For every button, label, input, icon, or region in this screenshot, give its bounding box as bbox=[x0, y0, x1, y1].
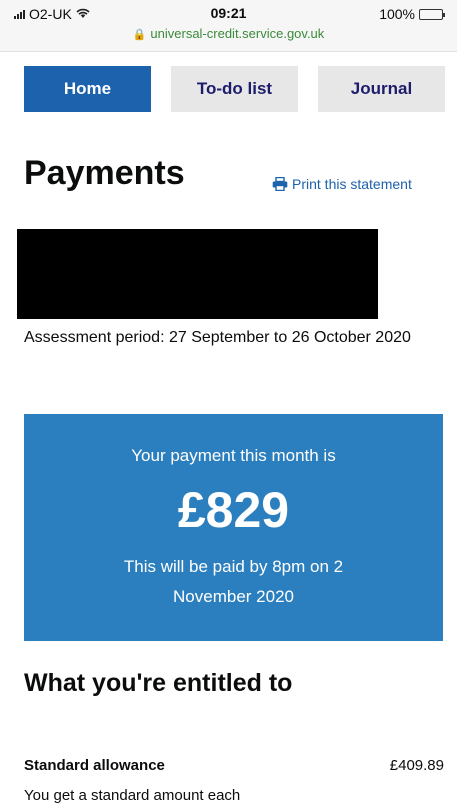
status-bar: O2-UK 09:21 100% 🔒 universal-credit.servi… bbox=[0, 0, 457, 52]
print-statement-link[interactable]: Print this statement bbox=[272, 176, 412, 192]
payment-amount: £829 bbox=[177, 482, 290, 538]
url-text: universal-credit.service.gov.uk bbox=[150, 26, 325, 41]
tab-journal[interactable]: Journal bbox=[318, 66, 445, 112]
print-link-label: Print this statement bbox=[292, 176, 412, 192]
battery-percent: 100% bbox=[379, 6, 415, 22]
page-title: Payments bbox=[24, 154, 185, 192]
tab-home[interactable]: Home bbox=[24, 66, 151, 112]
entitlement-row: Standard allowance £409.89 bbox=[24, 757, 444, 774]
tab-to-do-list[interactable]: To-do list bbox=[171, 66, 298, 112]
lock-icon: 🔒 bbox=[132, 29, 147, 41]
entitlement-description: You get a standard amount each bbox=[24, 787, 241, 804]
redacted-block bbox=[17, 229, 378, 319]
payment-date: This will be paid by 8pm on 2 November 2… bbox=[123, 557, 344, 606]
entitled-heading: What you're entitled to bbox=[24, 669, 293, 697]
nav-tabs: Home To-do list Journal bbox=[24, 66, 445, 112]
entitlement-label: Standard allowance bbox=[24, 757, 165, 774]
entitlement-amount: £409.89 bbox=[389, 757, 444, 774]
payment-summary-panel: Your payment this month is £829 This wil… bbox=[24, 414, 443, 641]
battery-icon bbox=[419, 8, 445, 20]
printer-icon bbox=[272, 177, 288, 191]
address-bar[interactable]: 🔒 universal-credit.service.gov.uk bbox=[0, 26, 457, 41]
assessment-period: Assessment period: 27 September to 26 Oc… bbox=[24, 329, 411, 346]
payment-caption: Your payment this month is bbox=[131, 446, 336, 465]
battery-status: 100% bbox=[379, 6, 445, 22]
